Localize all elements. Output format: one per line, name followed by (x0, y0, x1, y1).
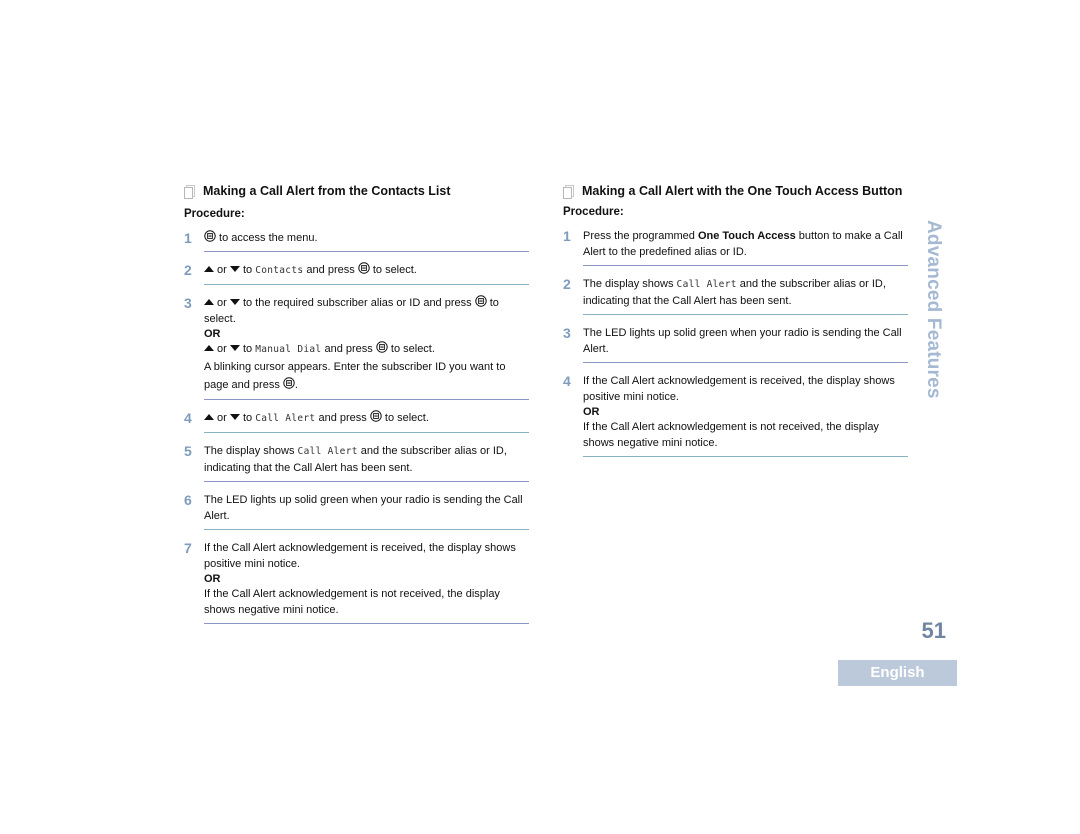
display-text: Manual Dial (255, 344, 322, 355)
step: 3 or to the required subscriber alias or… (184, 290, 529, 405)
step-body: If the Call Alert acknowledgement is rec… (204, 540, 529, 624)
menu-ok-button-icon (358, 262, 370, 274)
step: 1 to access the menu. (184, 225, 529, 257)
chapter-side-tab: Advanced Features (923, 220, 944, 399)
procedure-label: Procedure: (184, 208, 245, 220)
step: 7 If the Call Alert acknowledgement is r… (184, 535, 529, 629)
down-arrow-icon (229, 414, 240, 420)
document-icon (184, 185, 195, 199)
step-body: to access the menu. (204, 230, 529, 252)
step: 2 or to Contacts and press to select. (184, 257, 529, 290)
menu-ok-button-icon (370, 410, 382, 422)
up-arrow-icon (204, 414, 214, 420)
step-number: 4 (563, 373, 571, 389)
menu-ok-button-icon (376, 341, 388, 353)
step-number: 6 (184, 492, 192, 508)
left-section: Making a Call Alert from the Contacts Li… (184, 183, 529, 629)
up-arrow-icon (204, 266, 214, 272)
step-body: The LED lights up solid green when your … (204, 492, 529, 530)
step: 6 The LED lights up solid green when you… (184, 487, 529, 535)
or-label: OR (583, 406, 600, 418)
step: 4 If the Call Alert acknowledgement is r… (563, 368, 908, 462)
step: 5 The display shows Call Alert and the s… (184, 438, 529, 487)
step-number: 4 (184, 410, 192, 426)
display-text: Call Alert (255, 413, 316, 424)
step-body: If the Call Alert acknowledgement is rec… (583, 373, 908, 457)
down-arrow-icon (229, 266, 240, 272)
step-number: 5 (184, 443, 192, 459)
menu-ok-button-icon (474, 295, 487, 307)
section-title-text: Making a Call Alert with the One Touch A… (582, 184, 903, 198)
step-body: or to Contacts and press to select. (204, 262, 529, 285)
step-number: 1 (184, 230, 192, 246)
step-number: 3 (184, 295, 192, 311)
step-body: The LED lights up solid green when your … (583, 325, 908, 363)
step-body: The display shows Call Alert and the sub… (583, 276, 908, 315)
step-number: 1 (563, 228, 571, 244)
section-title-text: Making a Call Alert from the Contacts Li… (203, 184, 451, 198)
steps-list: 1 to access the menu. 2 or to Contacts a… (184, 225, 529, 629)
display-text: Contacts (255, 265, 304, 276)
or-label: OR (204, 328, 221, 340)
step-body: Press the programmed One Touch Access bu… (583, 228, 908, 266)
page-number: 51 (921, 618, 946, 643)
step-body: or to Call Alert and press to select. (204, 410, 529, 433)
up-arrow-icon (204, 299, 214, 305)
step: 4 or to Call Alert and press to select. (184, 405, 529, 438)
language-badge: English (838, 660, 957, 686)
button-name: One Touch Access (697, 230, 796, 242)
display-text: Call Alert (297, 446, 358, 457)
steps-list: 1 Press the programmed One Touch Access … (563, 223, 908, 462)
step: 2 The display shows Call Alert and the s… (563, 271, 908, 320)
down-arrow-icon (229, 299, 240, 305)
procedure-label: Procedure: (563, 206, 624, 218)
menu-ok-button-icon (283, 377, 295, 389)
step: 3 The LED lights up solid green when you… (563, 320, 908, 368)
or-label: OR (204, 573, 221, 585)
step-body: The display shows Call Alert and the sub… (204, 443, 529, 482)
section-title: Making a Call Alert with the One Touch A… (563, 183, 908, 199)
menu-ok-button-icon (204, 230, 216, 242)
step-number: 7 (184, 540, 192, 556)
section-title: Making a Call Alert from the Contacts Li… (184, 183, 529, 199)
display-text: Call Alert (676, 279, 737, 290)
step-number: 2 (184, 262, 192, 278)
step-body: or to the required subscriber alias or I… (204, 295, 529, 400)
step-number: 3 (563, 325, 571, 341)
step: 1 Press the programmed One Touch Access … (563, 223, 908, 271)
document-icon (563, 185, 574, 199)
up-arrow-icon (204, 345, 214, 351)
down-arrow-icon (229, 345, 240, 351)
step-number: 2 (563, 276, 571, 292)
right-section: Making a Call Alert with the One Touch A… (563, 183, 908, 462)
